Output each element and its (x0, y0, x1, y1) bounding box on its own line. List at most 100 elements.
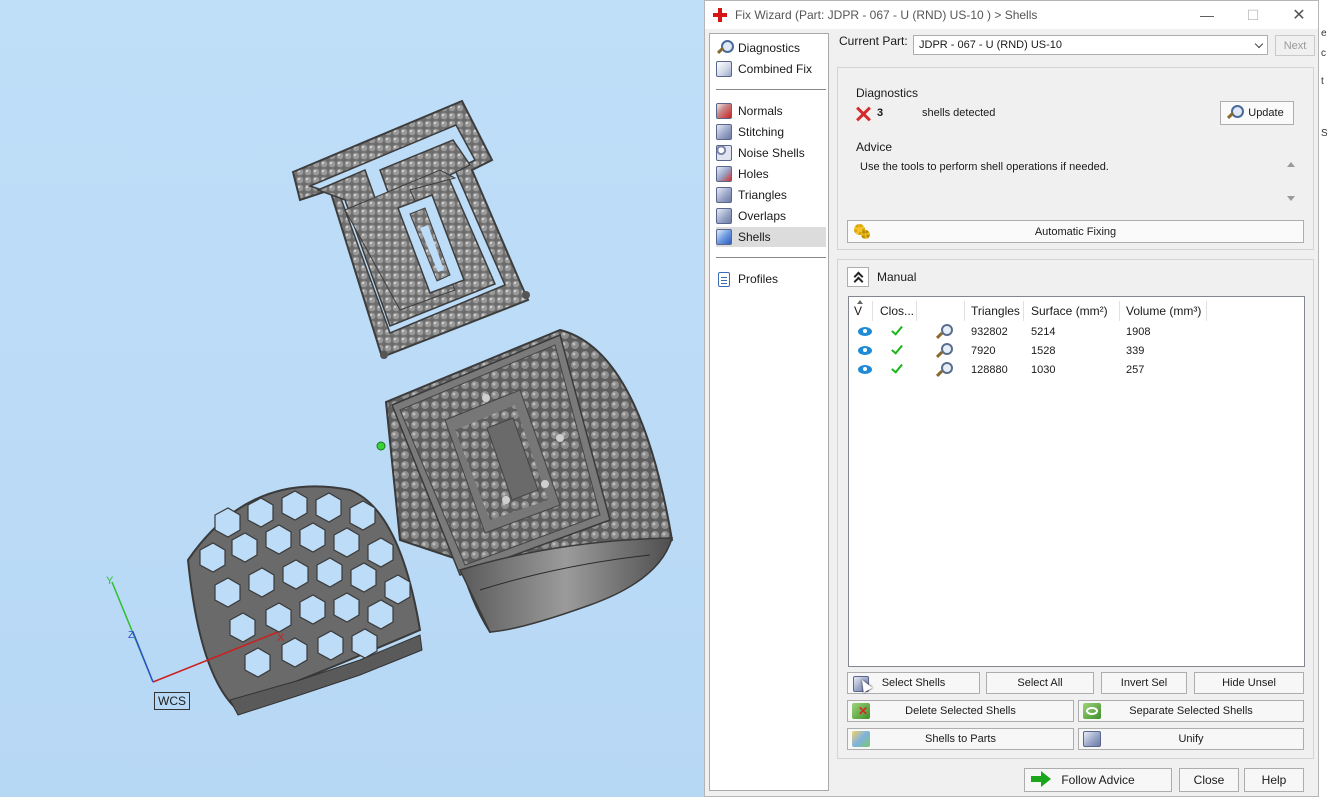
triangles-cube-icon (716, 187, 732, 203)
nav-item-normals[interactable]: Normals (716, 101, 826, 121)
column-header-triangles[interactable]: Triangles (966, 301, 1024, 321)
overlaps-cube-icon (716, 208, 732, 224)
nav-item-label: Triangles (738, 188, 787, 202)
cell-surface: 1030 (1031, 364, 1056, 376)
advice-text: Use the tools to perform shell operation… (860, 161, 1109, 173)
cube-icon (716, 61, 732, 77)
document-icon (718, 271, 730, 287)
unify-button[interactable]: Unify (1078, 728, 1304, 750)
nav-item-triangles[interactable]: Triangles (716, 185, 826, 205)
nav-item-holes[interactable]: Holes (716, 164, 826, 184)
zoom-to-shell-icon[interactable] (935, 362, 953, 378)
table-row[interactable]: 932802 5214 1908 (849, 323, 1304, 343)
fix-wizard-dialog: Fix Wizard (Part: JDPR - 067 - U (RND) U… (704, 0, 1319, 797)
nav-separator (716, 257, 826, 258)
nav-item-label: Profiles (738, 272, 779, 286)
title-bar[interactable]: Fix Wizard (Part: JDPR - 067 - U (RND) U… (705, 1, 1318, 29)
nav-item-shells[interactable]: Shells (716, 227, 826, 247)
shell-count: 3 (877, 107, 884, 119)
cell-volume: 339 (1126, 345, 1145, 357)
close-window-button[interactable]: ✕ (1277, 1, 1321, 29)
table-row[interactable]: 128880 1030 257 (849, 361, 1304, 381)
cell-triangles: 7920 (971, 345, 996, 357)
fix-wizard-app-icon (713, 8, 727, 22)
current-part-dropdown[interactable]: JDPR - 067 - U (RND) US-10 (913, 35, 1268, 55)
invert-selection-button[interactable]: Invert Sel (1101, 672, 1187, 694)
nav-item-stitching[interactable]: Stitching (716, 122, 826, 142)
close-button[interactable]: Close (1179, 768, 1239, 792)
hide-unselected-button[interactable]: Hide Unsel (1194, 672, 1304, 694)
zoom-to-shell-icon[interactable] (935, 343, 953, 359)
nav-item-combined-fix[interactable]: Combined Fix (716, 59, 826, 79)
dialog-title: Fix Wizard (Part: JDPR - 067 - U (RND) U… (735, 8, 1038, 22)
magnifier-icon (1226, 105, 1244, 123)
cell-triangles: 128880 (971, 364, 1008, 376)
3d-viewport[interactable]: Y Z X WCS (0, 0, 705, 797)
next-button[interactable]: Next (1275, 35, 1315, 56)
table-row[interactable]: 7920 1528 339 (849, 342, 1304, 362)
update-button[interactable]: Update (1220, 101, 1294, 125)
gears-icon (852, 223, 872, 241)
cell-volume: 1908 (1126, 326, 1151, 338)
unify-label: Unify (1178, 733, 1204, 745)
nav-item-label: Shells (738, 230, 771, 244)
error-x-icon (855, 106, 871, 122)
update-label: Update (1248, 107, 1284, 119)
nav-item-label: Combined Fix (738, 62, 813, 76)
column-header-closed[interactable]: Clos... (875, 301, 917, 321)
scroll-down-arrow[interactable] (1287, 196, 1295, 201)
normals-cube-icon (716, 103, 732, 119)
nav-item-noise-shells[interactable]: Noise Shells (716, 143, 826, 163)
diagnostics-title: Diagnostics (856, 86, 919, 100)
column-header-zoom[interactable] (919, 301, 965, 321)
automatic-fixing-button[interactable]: Automatic Fixing (847, 220, 1304, 243)
cell-surface: 5214 (1031, 326, 1056, 338)
axis-y-label: Y (106, 575, 114, 587)
nav-item-label: Noise Shells (738, 146, 805, 160)
minimize-button[interactable]: — (1185, 1, 1229, 29)
nav-item-label: Diagnostics (738, 41, 801, 55)
shells-table[interactable]: V Clos... Triangles Surface (mm²) Volume… (848, 296, 1305, 667)
stitching-cube-icon (716, 124, 732, 140)
nav-item-profiles[interactable]: Profiles (716, 269, 826, 289)
pivot-point[interactable] (376, 441, 386, 451)
nav-item-overlaps[interactable]: Overlaps (716, 206, 826, 226)
cell-volume: 257 (1126, 364, 1145, 376)
shells-to-parts-button[interactable]: Shells to Parts (847, 728, 1074, 750)
model-scene[interactable]: Y Z X (0, 0, 705, 797)
collapse-manual-button[interactable] (847, 267, 869, 287)
magnifier-icon (716, 40, 734, 56)
maximize-button[interactable]: ☐ (1231, 1, 1275, 29)
zoom-to-shell-icon[interactable] (935, 324, 953, 340)
column-header-visible[interactable]: V (849, 301, 873, 321)
advice-textbox[interactable]: Use the tools to perform shell operation… (851, 156, 1303, 211)
wizard-nav-panel: Diagnostics Combined Fix Normals Stitchi… (709, 33, 829, 791)
chevron-down-icon (1254, 39, 1264, 49)
nav-item-diagnostics[interactable]: Diagnostics (716, 38, 826, 58)
shells-to-parts-label: Shells to Parts (925, 733, 996, 745)
eye-icon[interactable] (858, 346, 872, 355)
background-window-edge: e c t S (1318, 0, 1327, 797)
select-shells-button[interactable]: Select Shells (847, 672, 980, 694)
cell-surface: 1528 (1031, 345, 1056, 357)
eye-icon[interactable] (858, 365, 872, 374)
eye-icon[interactable] (858, 327, 872, 336)
diagnostics-result-text: shells detected (922, 107, 996, 119)
column-header-volume[interactable]: Volume (mm³) (1121, 301, 1207, 321)
current-part-value: JDPR - 067 - U (RND) US-10 (919, 39, 1063, 51)
shells-to-parts-icon (852, 731, 870, 747)
help-button[interactable]: Help (1244, 768, 1304, 792)
signet-ring-shell (384, 328, 674, 634)
advice-title: Advice (856, 140, 893, 154)
nav-item-label: Holes (738, 167, 769, 181)
green-arrow-icon (1031, 771, 1051, 787)
separate-selected-shells-button[interactable]: Separate Selected Shells (1078, 700, 1304, 722)
column-header-surface[interactable]: Surface (mm²) (1026, 301, 1120, 321)
delete-selected-shells-button[interactable]: ✕ Delete Selected Shells (847, 700, 1074, 722)
nav-item-label: Normals (738, 104, 783, 118)
follow-advice-button[interactable]: Follow Advice (1024, 768, 1172, 792)
select-shells-label: Select Shells (881, 677, 946, 689)
scroll-up-arrow[interactable] (1287, 162, 1295, 167)
nav-item-label: Stitching (738, 125, 785, 139)
select-all-button[interactable]: Select All (986, 672, 1094, 694)
